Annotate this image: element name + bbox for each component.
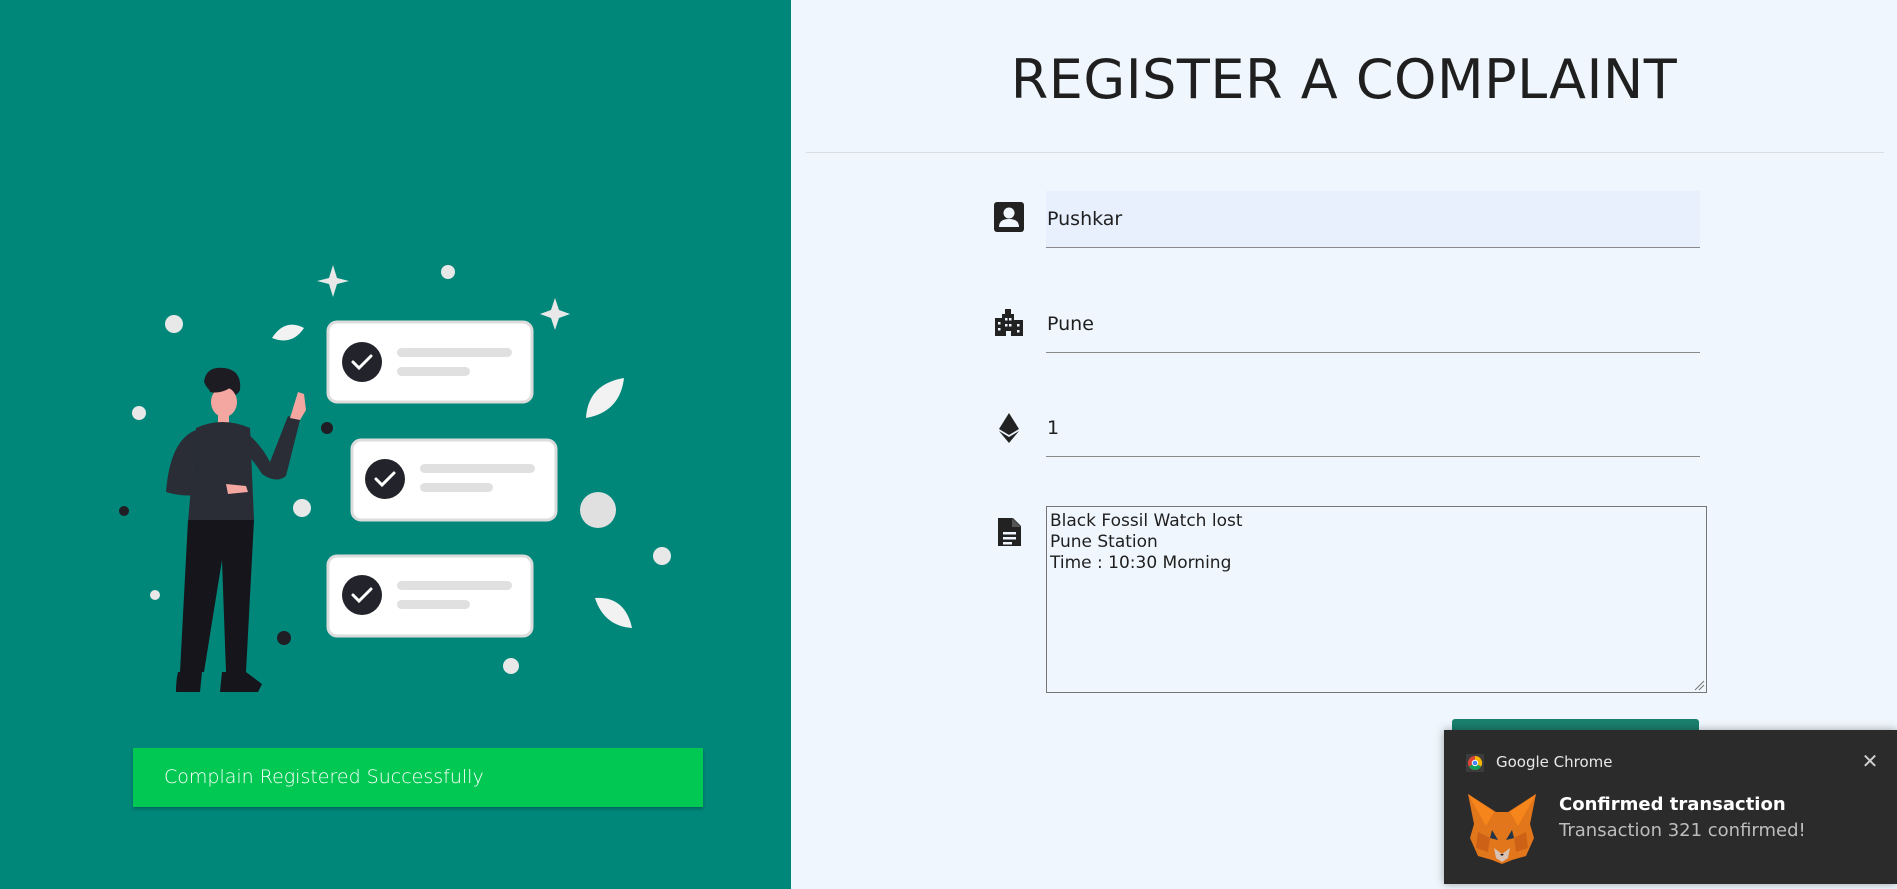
page-title: REGISTER A COMPLAINT (1010, 48, 1678, 111)
illustration-panel: Complain Registered Successfully (0, 0, 791, 889)
city-field[interactable] (1046, 296, 1700, 353)
document-icon (998, 518, 1021, 546)
city-buildings-icon (995, 309, 1023, 336)
close-icon[interactable]: ✕ (1855, 746, 1885, 776)
chrome-icon (1466, 754, 1484, 772)
notification-title: Confirmed transaction (1559, 794, 1786, 815)
notification-app-name: Google Chrome (1496, 753, 1613, 771)
amount-field[interactable] (1046, 400, 1700, 457)
resize-grip-icon[interactable] (1692, 678, 1705, 691)
divider (806, 152, 1884, 153)
description-field[interactable] (1046, 506, 1707, 693)
metamask-fox-icon (1468, 794, 1536, 864)
name-field[interactable] (1046, 191, 1700, 248)
success-message: Complain Registered Successfully (133, 748, 703, 807)
person-badge-icon (994, 202, 1024, 232)
chrome-notification[interactable]: Google Chrome ✕ Confirmed transaction Tr… (1444, 730, 1897, 884)
ethereum-icon (999, 413, 1019, 443)
notification-message: Transaction 321 confirmed! (1559, 820, 1806, 841)
